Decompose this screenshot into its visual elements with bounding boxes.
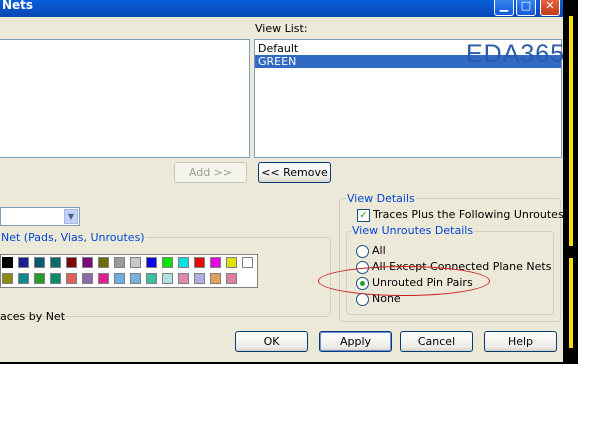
color-swatch[interactable] xyxy=(178,257,189,268)
window-title: Nets xyxy=(2,0,34,12)
maximize-icon[interactable]: □ xyxy=(516,0,536,16)
traces-by-net-label: aces by Net xyxy=(0,310,66,323)
view-combo[interactable]: ▼ xyxy=(0,207,80,226)
color-palette xyxy=(0,254,258,288)
color-swatch[interactable] xyxy=(1,256,14,269)
net-group-label: Net (Pads, Vias, Unroutes) xyxy=(0,231,146,244)
color-swatch[interactable] xyxy=(210,257,221,268)
color-swatch[interactable] xyxy=(194,257,205,268)
color-swatch[interactable] xyxy=(130,257,141,268)
watermark: EDA365 xyxy=(466,40,563,68)
nets-dialog: Nets ▁ □ ✕ View List: Default GREEN Add … xyxy=(0,0,563,362)
color-swatch[interactable] xyxy=(130,273,141,284)
color-swatch[interactable] xyxy=(66,257,77,268)
cancel-button[interactable]: Cancel xyxy=(400,331,473,352)
color-swatch[interactable] xyxy=(98,273,109,284)
color-swatch[interactable] xyxy=(210,273,221,284)
close-icon[interactable]: ✕ xyxy=(540,0,560,16)
traces-checkbox-label: Traces Plus the Following Unroutes: xyxy=(373,208,563,221)
view-unroutes-label: View Unroutes Details xyxy=(351,224,475,237)
view-list-label: View List: xyxy=(255,22,308,35)
color-swatch[interactable] xyxy=(34,257,45,268)
radio-all-label: All xyxy=(372,244,386,257)
color-swatch[interactable] xyxy=(114,257,125,268)
traces-checkbox[interactable]: ✓ xyxy=(357,209,370,222)
color-swatch[interactable] xyxy=(178,273,189,284)
title-bar: Nets ▁ □ ✕ xyxy=(0,0,563,17)
radio-none[interactable] xyxy=(356,293,369,306)
color-swatch[interactable] xyxy=(50,273,61,284)
ok-button[interactable]: OK xyxy=(235,331,308,352)
color-swatch[interactable] xyxy=(82,257,93,268)
color-swatch[interactable] xyxy=(66,273,77,284)
help-button[interactable]: Help xyxy=(484,331,557,352)
minimize-icon[interactable]: ▁ xyxy=(494,0,514,16)
color-swatch[interactable] xyxy=(226,273,237,284)
remove-button[interactable]: << Remove xyxy=(258,162,331,183)
window-right-border xyxy=(563,0,578,362)
color-swatch[interactable] xyxy=(146,257,157,268)
color-swatch[interactable] xyxy=(18,257,29,268)
color-swatch[interactable] xyxy=(18,273,29,284)
color-swatch[interactable] xyxy=(146,273,157,284)
color-swatch[interactable] xyxy=(82,273,93,284)
radio-all[interactable] xyxy=(356,245,369,258)
color-swatch[interactable] xyxy=(114,273,125,284)
color-swatch[interactable] xyxy=(50,257,61,268)
color-swatch[interactable] xyxy=(162,273,173,284)
color-swatch[interactable] xyxy=(194,273,205,284)
add-button[interactable]: Add >> xyxy=(174,162,247,183)
window-bottom-border xyxy=(0,362,578,364)
color-swatch[interactable] xyxy=(34,273,45,284)
view-details-label: View Details xyxy=(346,192,416,205)
color-swatch[interactable] xyxy=(98,257,109,268)
color-swatch[interactable] xyxy=(242,257,253,268)
color-swatch[interactable] xyxy=(162,257,173,268)
color-swatch[interactable] xyxy=(2,273,13,284)
apply-button[interactable]: Apply xyxy=(319,331,392,352)
chevron-down-icon[interactable]: ▼ xyxy=(64,209,78,224)
available-nets-list[interactable] xyxy=(0,39,250,158)
highlight-ellipse xyxy=(318,266,490,296)
color-swatch[interactable] xyxy=(226,257,237,268)
